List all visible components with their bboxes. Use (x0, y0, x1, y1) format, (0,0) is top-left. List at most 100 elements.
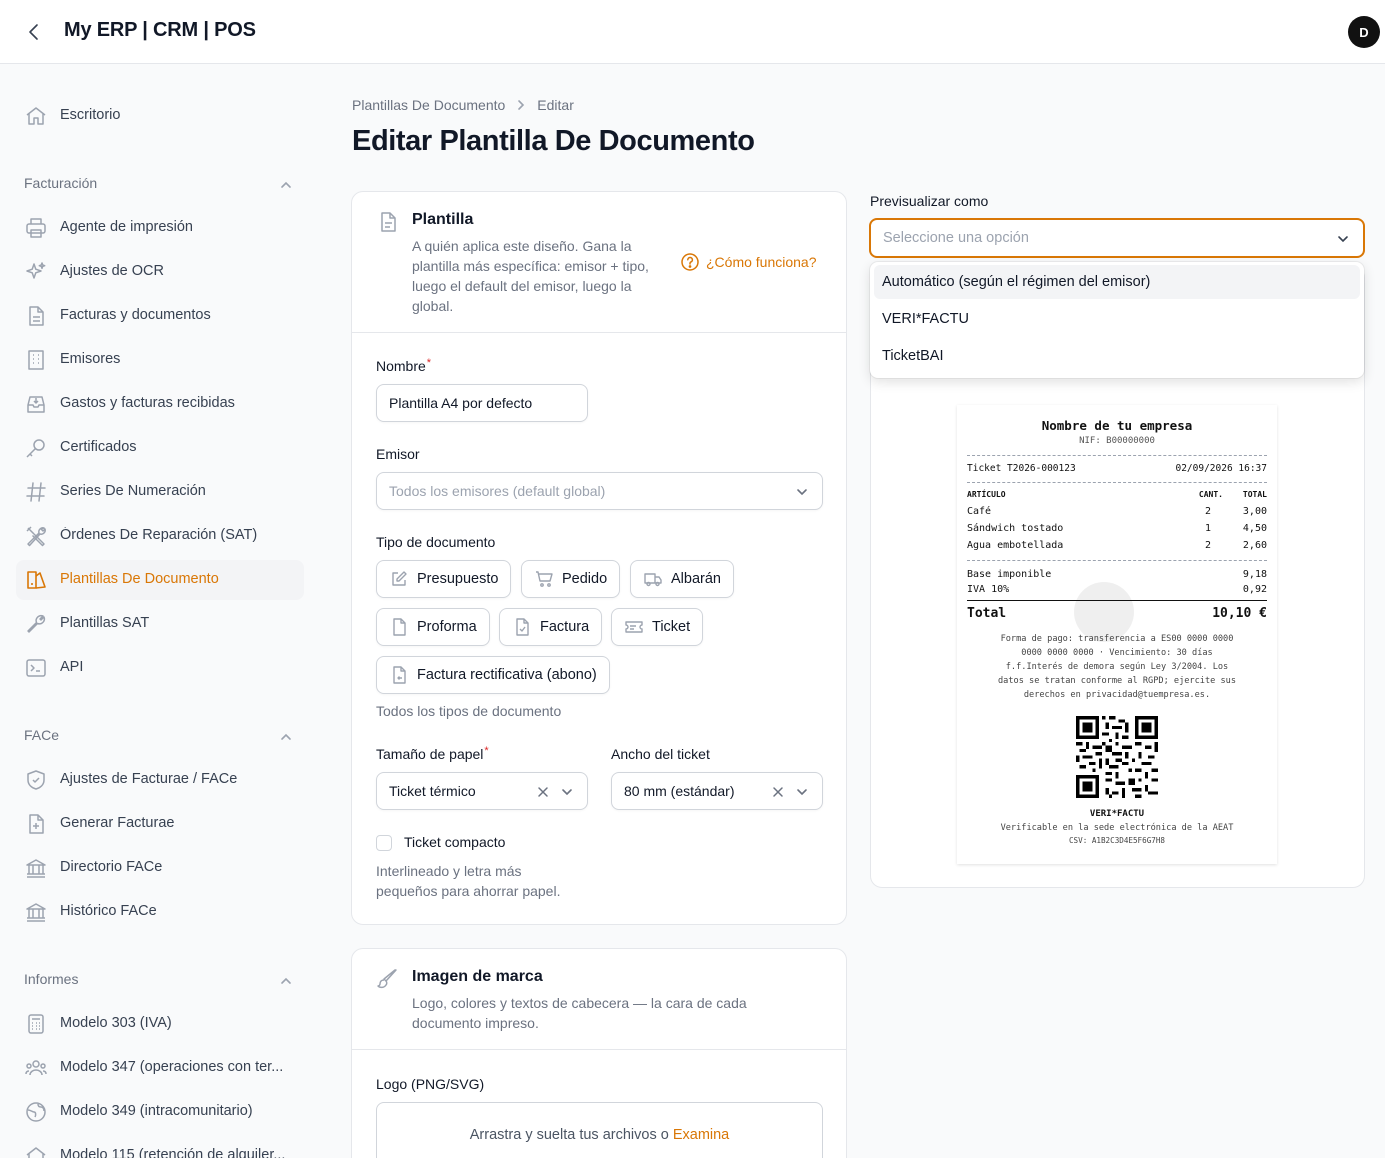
total-label: Total (967, 606, 1007, 621)
sidebar-item-label: Generar Facturae (60, 815, 175, 831)
sidebar-item-ajustes-facturae[interactable]: Ajustes de Facturae / FACe (16, 760, 304, 800)
chevron-down-icon (559, 784, 575, 800)
paper-size-select[interactable]: Ticket térmico (376, 772, 588, 810)
sidebar-item-agente-impresion[interactable]: Agente de impresión (16, 208, 304, 248)
footer-line: f.f.Interés de demora según Ley 3/2004. … (1005, 662, 1229, 672)
sidebar-group-facturacion[interactable]: Facturación (24, 175, 296, 195)
sidebar-group-face[interactable]: FACe (24, 727, 296, 747)
key-icon (24, 436, 48, 460)
receipt-separator (967, 560, 1267, 561)
footer-line: datos se tratan conforme al RGPD; ejerci… (998, 676, 1236, 686)
line-item: Agua embotellada (967, 540, 1064, 551)
verifactu-text: Verificable en la sede electrónica de la… (1000, 823, 1234, 833)
sidebar-item-certificados[interactable]: Certificados (16, 428, 304, 468)
paper-size-label: Tamaño de papel* (376, 745, 489, 762)
clear-x-icon[interactable] (770, 784, 786, 800)
compact-ticket-label[interactable]: Ticket compacto (404, 834, 505, 850)
sidebar-item-escritorio[interactable]: Escritorio (16, 96, 304, 136)
doctype-presupuesto[interactable]: Presupuesto (376, 560, 512, 598)
sidebar-item-facturas[interactable]: Facturas y documentos (16, 296, 304, 336)
receipt-line: Sándwich tostado 1 4,50 (967, 523, 1267, 537)
cart-icon (534, 569, 562, 589)
users-icon (24, 1056, 48, 1080)
sidebar-group-informes[interactable]: Informes (24, 971, 296, 991)
option-automatico[interactable]: Automático (según el régimen del emisor) (874, 265, 1360, 299)
sidebar-item-label: Emisores (60, 351, 121, 367)
sidebar-item-label: Modelo 303 (IVA) (60, 1015, 172, 1031)
sidebar-item-modelo-303[interactable]: Modelo 303 (IVA) (16, 1004, 304, 1044)
compact-ticket-checkbox[interactable] (376, 835, 392, 851)
doctype-ticket[interactable]: Ticket (611, 608, 704, 646)
home-icon (24, 1144, 48, 1158)
sidebar-item-modelo-347[interactable]: Modelo 347 (operaciones con ter... (16, 1048, 304, 1088)
how-it-works-link[interactable]: ¿Cómo funciona? (680, 252, 817, 272)
sidebar-item-plantillas-sat[interactable]: Plantillas SAT (16, 604, 304, 644)
receipt-nif: NIF: B00000000 (1079, 436, 1155, 446)
chevron-up-icon (278, 729, 294, 745)
sidebar-item-gastos[interactable]: Gastos y facturas recibidas (16, 384, 304, 424)
sidebar-item-label: Ajustes de OCR (60, 263, 164, 279)
doctype-proforma[interactable]: Proforma (376, 608, 490, 646)
app-brand[interactable]: My ERP | CRM | POS (64, 19, 256, 42)
card-description: A quién aplica este diseño. Gana la plan… (412, 238, 649, 314)
doctype-label: Tipo de documento (376, 534, 496, 550)
user-avatar[interactable]: D (1348, 16, 1380, 48)
preview-label: Previsualizar como (870, 193, 989, 209)
sidebar-item-plantillas-documento[interactable]: Plantillas De Documento (16, 560, 304, 600)
footer-line: Forma de pago: transferencia a ES00 0000… (1000, 634, 1234, 644)
name-label: Nombre* (376, 357, 431, 374)
sidebar-item-label: Plantillas De Documento (60, 571, 219, 587)
paper-size-label-text: Tamaño de papel (376, 746, 484, 762)
ticket-width-select[interactable]: 80 mm (estándar) (611, 772, 823, 810)
chevron-down-icon (794, 484, 810, 500)
doctype-factura-rectificativa[interactable]: Factura rectificativa (abono) (376, 656, 610, 694)
preview-mode-select[interactable]: Seleccione una opción (869, 218, 1365, 258)
doctype-pedido[interactable]: Pedido (521, 560, 621, 598)
sidebar-item-historico-face[interactable]: Histórico FACe (16, 892, 304, 932)
logo-dropzone[interactable]: Arrastra y suelta tus archivos o Examina (376, 1102, 823, 1158)
receipt-line: Café 2 3,00 (967, 506, 1267, 520)
issuer-select[interactable]: Todos los emisores (default global) (376, 472, 823, 510)
clear-x-icon[interactable] (535, 784, 551, 800)
sidebar-item-label: Series De Numeración (60, 483, 206, 499)
sidebar-item-modelo-349[interactable]: Modelo 349 (intracomunitario) (16, 1092, 304, 1132)
sidebar: Escritorio Facturación Agente de impresi… (0, 65, 320, 1158)
sidebar-item-ajustes-ocr[interactable]: Ajustes de OCR (16, 252, 304, 292)
document-plus-icon (24, 812, 48, 836)
group-label: FACe (24, 727, 60, 743)
ticket-width-label: Ancho del ticket (611, 746, 710, 762)
back-arrow-icon[interactable] (22, 20, 46, 44)
doctype-factura[interactable]: Factura (499, 608, 603, 646)
name-label-text: Nombre (376, 358, 426, 374)
chevron-up-icon (278, 177, 294, 193)
sidebar-item-emisores[interactable]: Emisores (16, 340, 304, 380)
receipt-footer: Forma de pago: transferencia a ES00 0000… (967, 632, 1267, 702)
option-ticketbai[interactable]: TicketBAI (874, 339, 1360, 373)
truck-icon (643, 569, 671, 589)
required-marker: * (484, 745, 489, 757)
sidebar-item-api[interactable]: API (16, 648, 304, 688)
option-verifactu[interactable]: VERI*FACTU (874, 302, 1360, 336)
sidebar-item-ordenes-reparacion[interactable]: Órdenes De Reparación (SAT) (16, 516, 304, 556)
sidebar-item-series[interactable]: Series De Numeración (16, 472, 304, 512)
breadcrumb-parent[interactable]: Plantillas De Documento (352, 97, 505, 113)
globe-icon (24, 1100, 48, 1124)
doctype-albaran[interactable]: Albarán (630, 560, 734, 598)
sidebar-item-generar-facturae[interactable]: Generar Facturae (16, 804, 304, 844)
sidebar-item-label: Escritorio (60, 107, 121, 123)
browse-link[interactable]: Examina (673, 1127, 729, 1143)
sidebar-item-directorio-face[interactable]: Directorio FACe (16, 848, 304, 888)
name-input[interactable]: Plantilla A4 por defecto (376, 384, 588, 422)
wrench-icon (24, 612, 48, 636)
chip-label: Proforma (417, 619, 477, 635)
receipt-total-row: Total 10,10 € (967, 606, 1267, 624)
line-total: 2,60 (1242, 540, 1267, 551)
col-qty: CANT. (1198, 490, 1223, 499)
sidebar-item-modelo-115[interactable]: Modelo 115 (retención de alquiler... (16, 1136, 304, 1158)
divider (352, 332, 846, 333)
divider (352, 1049, 846, 1050)
line-qty: 1 (1204, 523, 1211, 534)
document-return-icon (389, 665, 417, 685)
paintbrush-icon (376, 967, 400, 991)
sidebar-item-label: Agente de impresión (60, 219, 193, 235)
